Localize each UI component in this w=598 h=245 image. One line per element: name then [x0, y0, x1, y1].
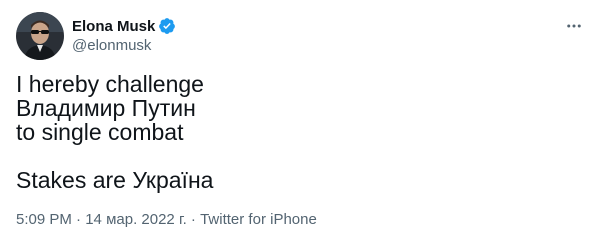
more-dots-icon	[567, 24, 581, 28]
tweet-text: I hereby challenge Владимир Путин to sin…	[16, 72, 576, 192]
tweet-timestamp-time[interactable]: 5:09 PM	[16, 211, 72, 228]
tweet-text-line: Владимир Путин	[16, 95, 196, 121]
tweet-text-line: Stakes are Україна	[16, 167, 214, 193]
tweet-card: Elona Musk @elonmusk I hereby challenge …	[0, 0, 598, 245]
author-names: Elona Musk @elonmusk	[72, 16, 176, 56]
tweet-text-line: to single combat	[16, 119, 184, 145]
name-row: Elona Musk	[72, 16, 176, 36]
author-handle[interactable]: @elonmusk	[72, 36, 176, 56]
meta-separator: ·	[71, 211, 86, 228]
avatar-image	[16, 12, 64, 60]
tweet-text-line	[16, 144, 576, 168]
tweet-source[interactable]: Twitter for iPhone	[200, 211, 317, 228]
tweet-timestamp-date[interactable]: 14 мар. 2022 г.	[85, 211, 187, 228]
tweet-text-line: I hereby challenge	[16, 71, 204, 97]
meta-separator: ·	[186, 211, 201, 228]
tweet-header: Elona Musk @elonmusk	[16, 12, 176, 60]
more-options-button[interactable]	[562, 14, 586, 38]
verified-badge-icon	[158, 17, 176, 35]
tweet-meta: 5:09 PM · 14 мар. 2022 г. · Twitter for …	[16, 210, 317, 230]
author-display-name[interactable]: Elona Musk	[72, 18, 155, 35]
author-avatar[interactable]	[16, 12, 64, 60]
